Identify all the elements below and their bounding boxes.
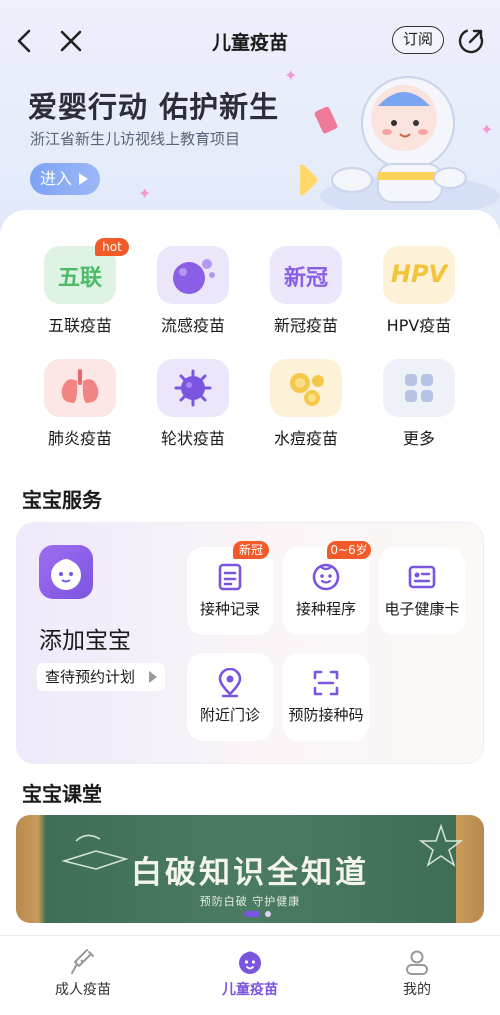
vaccine-item-pneumonia[interactable]: 肺炎疫苗: [25, 359, 135, 459]
health-card-icon: [408, 565, 436, 589]
hpv-icon: HPV: [383, 246, 455, 304]
carousel-dots: [244, 911, 271, 917]
vaccine-label: 轮状疫苗: [160, 429, 225, 448]
schedule-icon: [312, 563, 340, 591]
vaccine-item-hpv[interactable]: HPV HPV疫苗: [364, 246, 474, 346]
vaccine-label: 水痘疫苗: [273, 429, 338, 448]
tab-mine[interactable]: 我的: [334, 936, 500, 1015]
share-icon[interactable]: [456, 26, 486, 56]
vaccination-schedule-button[interactable]: 0~6岁 接种程序: [283, 541, 371, 635]
play-icon: [149, 671, 157, 683]
rotavirus-icon: [157, 359, 229, 417]
play-icon: [79, 173, 88, 185]
record-icon: [218, 563, 242, 591]
sparkle-icon: ✦: [284, 66, 298, 85]
lungs-icon: [44, 359, 116, 417]
covid-badge: 新冠: [233, 541, 269, 559]
page-title: 儿童疫苗: [211, 32, 288, 54]
vaccine-label: 肺炎疫苗: [47, 429, 112, 448]
tab-label: 成人疫苗: [55, 982, 111, 998]
vaccine-item-varicella[interactable]: 水痘疫苗: [251, 359, 361, 459]
vaccine-label: 流感疫苗: [160, 316, 225, 335]
vaccination-record-button[interactable]: 新冠 接种记录: [187, 541, 273, 635]
banner-enter-label: 进入: [40, 169, 73, 188]
user-icon: [406, 950, 428, 975]
service-label: 接种记录: [199, 600, 260, 618]
navbar: 儿童疫苗 订阅: [0, 14, 500, 70]
vaccine-label: 五联疫苗: [47, 316, 112, 335]
add-baby-label[interactable]: 添加宝宝: [39, 621, 131, 655]
more-grid-icon: [383, 359, 455, 417]
location-pin-icon: [218, 668, 242, 698]
service-label: 预防接种码: [288, 706, 364, 724]
banner-subtitle: 浙江省新生儿访视线上教育项目: [30, 130, 241, 148]
hot-badge: hot: [95, 238, 129, 256]
section-title-classroom: 宝宝课堂: [22, 782, 102, 806]
service-label: 电子健康卡: [384, 600, 460, 618]
vaccine-label: 更多: [402, 429, 435, 448]
baby-face-icon: [239, 951, 261, 974]
vaccine-item-flu[interactable]: 流感疫苗: [138, 246, 248, 346]
pending-plan-button[interactable]: 查待预约计划: [37, 663, 165, 691]
subscribe-button[interactable]: 订阅: [392, 26, 444, 54]
section-title-baby-service: 宝宝服务: [22, 488, 102, 512]
health-card-button[interactable]: 电子健康卡: [379, 547, 465, 635]
flu-icon: [157, 246, 229, 304]
scan-code-icon: [313, 670, 339, 696]
tab-label: 我的: [403, 982, 431, 998]
banner-enter-button[interactable]: 进入: [30, 163, 100, 195]
sparkle-icon: ✦: [138, 184, 152, 203]
vaccine-label: HPV疫苗: [386, 316, 452, 335]
vaccination-code-button[interactable]: 预防接种码: [283, 653, 369, 741]
baby-service-card: 添加宝宝 查待预约计划 新冠 接种记录 0~6岁 接种程序 电子健康卡 附近门诊…: [16, 522, 484, 764]
bottom-tabbar: 成人疫苗 儿童疫苗 我的: [0, 935, 500, 1015]
classroom-banner-title: 白破知识全知道: [131, 855, 369, 891]
vaccine-item-covid[interactable]: 新冠 新冠疫苗: [251, 246, 361, 346]
banner-title: 爱婴行动 佑护新生: [28, 90, 280, 124]
vaccine-label: 新冠疫苗: [273, 316, 338, 335]
covid-icon: 新冠: [270, 246, 342, 304]
nearby-clinic-button[interactable]: 附近门诊: [187, 653, 273, 741]
age-badge: 0~6岁: [327, 541, 371, 559]
back-icon[interactable]: [10, 26, 40, 56]
tab-adult-vaccine[interactable]: 成人疫苗: [0, 936, 166, 1015]
tab-child-vaccine[interactable]: 儿童疫苗: [167, 936, 333, 1015]
vaccine-item-pentavalent[interactable]: hot 五联 五联疫苗: [25, 238, 135, 346]
close-icon[interactable]: [56, 26, 86, 56]
pentavalent-icon-text: 五联: [57, 266, 102, 291]
pending-plan-label: 查待预约计划: [45, 668, 136, 686]
astronaut-illustration: [300, 76, 500, 216]
vaccine-item-rotavirus[interactable]: 轮状疫苗: [138, 359, 248, 459]
syringe-icon: [71, 949, 94, 974]
varicella-icon: [270, 359, 342, 417]
service-label: 接种程序: [295, 600, 356, 618]
hpv-icon-text: HPV: [390, 260, 448, 288]
classroom-banner-subtitle: 预防白破 守护健康: [199, 895, 301, 908]
service-label: 附近门诊: [199, 706, 260, 724]
tab-label: 儿童疫苗: [222, 982, 278, 998]
classroom-banner[interactable]: 白破知识全知道 预防白破 守护健康: [16, 815, 484, 923]
covid-icon-text: 新冠: [283, 266, 328, 291]
baby-avatar-icon[interactable]: [39, 545, 93, 599]
vaccine-item-more[interactable]: 更多: [364, 359, 474, 459]
